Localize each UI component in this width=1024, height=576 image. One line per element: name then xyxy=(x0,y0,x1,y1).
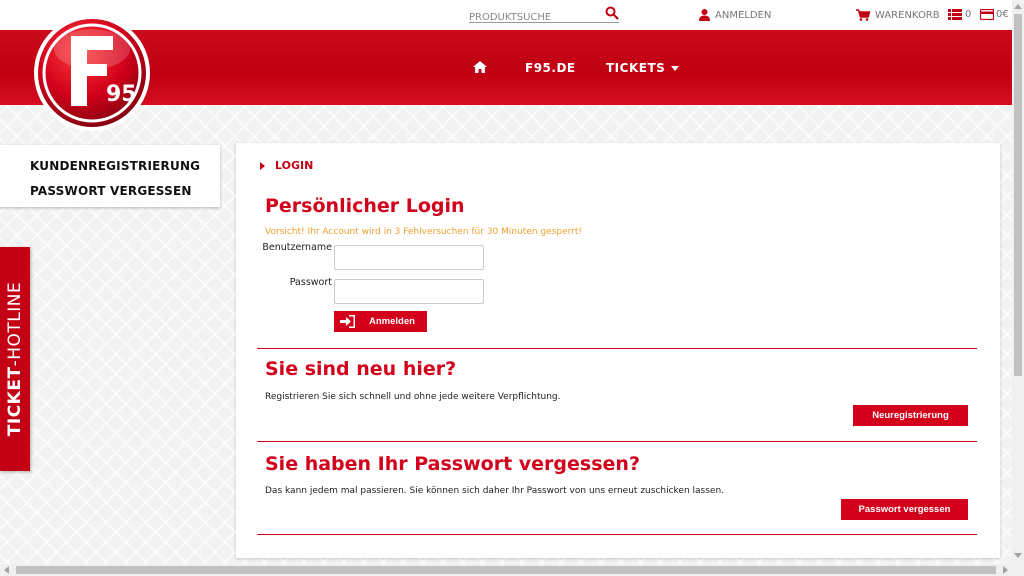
login-link[interactable]: ANMELDEN xyxy=(699,9,771,21)
register-text: Registrieren Sie sich schnell und ohne j… xyxy=(265,392,561,402)
forgot-title: Sie haben Ihr Passwort vergessen? xyxy=(265,453,640,475)
search-input[interactable] xyxy=(469,9,599,26)
login-link-label: ANMELDEN xyxy=(715,9,772,21)
ticket-hotline-tab[interactable]: TICKET-HOTLINE xyxy=(0,247,30,471)
forgot-password-button-label: Passwort vergessen xyxy=(858,504,951,515)
divider xyxy=(257,534,977,535)
hotline-label: TICKET-HOTLINE xyxy=(5,282,25,436)
login-title: Persönlicher Login xyxy=(265,195,465,217)
breadcrumb-label: LOGIN xyxy=(275,159,314,172)
scroll-right-icon[interactable] xyxy=(1003,566,1008,574)
sign-in-icon xyxy=(340,315,355,328)
sidebar-item-forgot-password[interactable]: PASSWORT VERGESSEN xyxy=(30,179,220,204)
scroll-up-icon[interactable] xyxy=(1014,4,1022,9)
vertical-scrollbar[interactable] xyxy=(1012,0,1024,564)
search-icon[interactable] xyxy=(605,6,619,20)
cart-link-label: WARENKORB xyxy=(875,9,940,21)
sidebar-item-register[interactable]: KUNDENREGISTRIERUNG xyxy=(30,154,220,179)
main-content: LOGIN Persönlicher Login Vorsicht! Ihr A… xyxy=(236,143,1000,558)
forgot-text: Das kann jedem mal passieren. Sie können… xyxy=(265,486,725,496)
horizontal-scrollbar[interactable] xyxy=(0,564,1024,576)
nav-f95[interactable]: F95.DE xyxy=(525,61,576,75)
hotline-label-rest: -HOTLINE xyxy=(5,281,25,367)
login-button[interactable]: Anmelden xyxy=(334,311,427,332)
vertical-scroll-thumb[interactable] xyxy=(1014,14,1022,376)
top-bar: ANMELDEN WARENKORB 0 0€ xyxy=(0,0,1012,30)
main-header: F95.DE TICKETS xyxy=(0,30,1012,105)
cart-icon xyxy=(856,9,870,21)
hotline-label-bold: TICKET xyxy=(5,366,25,437)
nav-tickets-label: TICKETS xyxy=(606,61,666,75)
register-button[interactable]: Neuregistrierung xyxy=(853,405,968,426)
divider xyxy=(257,441,977,442)
forgot-password-button[interactable]: Passwort vergessen xyxy=(841,499,968,520)
cart-link[interactable]: WARENKORB xyxy=(856,9,940,21)
nav-f95-label: F95.DE xyxy=(525,61,576,75)
f95-logo[interactable]: 95 xyxy=(33,14,151,132)
credit-card-icon xyxy=(980,9,994,20)
caret-down-icon xyxy=(671,65,680,71)
register-title: Sie sind neu hier? xyxy=(265,358,457,380)
cart-total-link[interactable]: 0€ xyxy=(980,9,1009,20)
nav-tickets[interactable]: TICKETS xyxy=(606,61,680,75)
home-icon xyxy=(473,61,487,73)
username-input[interactable] xyxy=(334,245,484,270)
scroll-left-icon[interactable] xyxy=(4,566,9,574)
divider xyxy=(257,348,977,349)
list-link[interactable]: 0 xyxy=(948,9,971,20)
logo-number: 95 xyxy=(106,82,137,107)
cart-total: 0€ xyxy=(996,9,1009,20)
breadcrumb: LOGIN xyxy=(260,159,313,172)
horizontal-scroll-thumb[interactable] xyxy=(16,566,996,574)
login-button-label: Anmelden xyxy=(369,316,415,327)
username-label: Benutzername xyxy=(262,242,332,253)
register-button-label: Neuregistrierung xyxy=(872,410,949,421)
password-label: Passwort xyxy=(289,277,332,288)
list-icon xyxy=(948,9,962,20)
login-warning: Vorsicht! Ihr Account wird in 3 Fehlvers… xyxy=(265,227,583,237)
nav-home[interactable] xyxy=(473,61,487,73)
list-count: 0 xyxy=(965,9,972,20)
product-search xyxy=(469,5,619,26)
scroll-down-icon[interactable] xyxy=(1014,553,1022,558)
caret-right-icon xyxy=(260,161,265,170)
password-input[interactable] xyxy=(334,279,484,304)
user-icon xyxy=(699,9,710,21)
account-sidebar: KUNDENREGISTRIERUNG PASSWORT VERGESSEN xyxy=(0,145,220,207)
